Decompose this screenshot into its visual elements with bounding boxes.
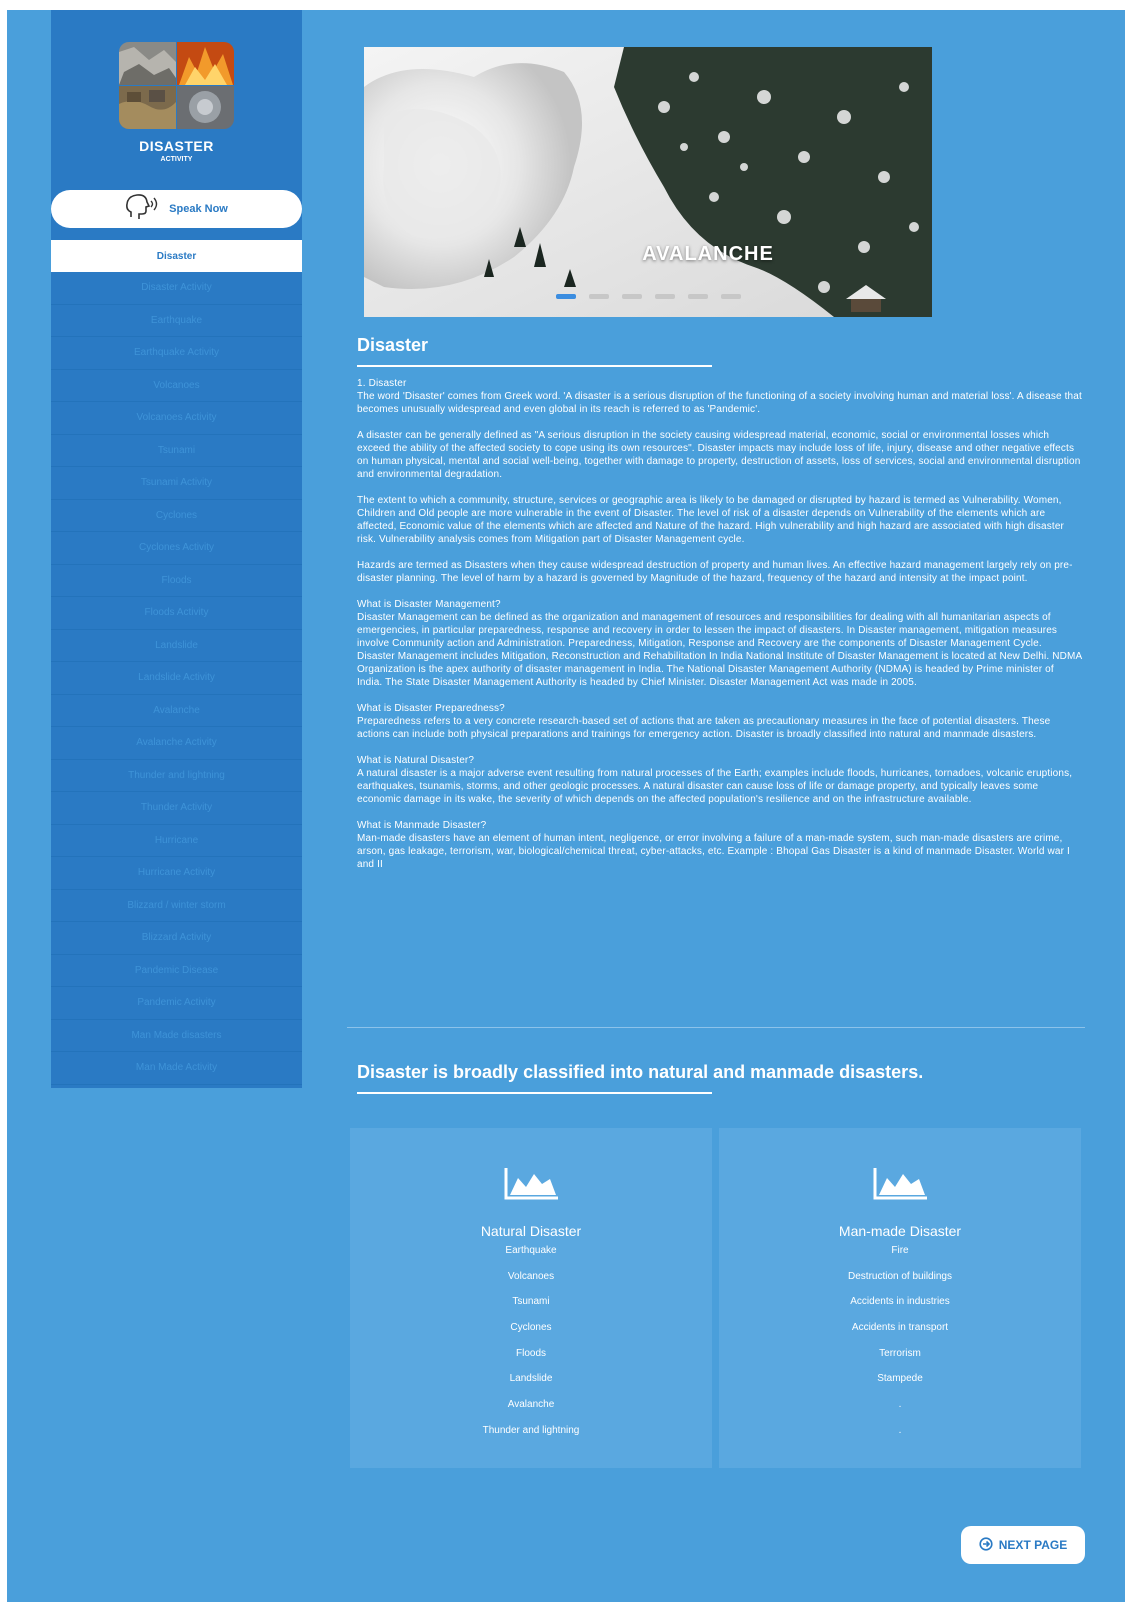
sidebar-item-disaster[interactable]: Disaster bbox=[51, 240, 302, 272]
list-item: Floods bbox=[515, 1347, 546, 1359]
sidebar-item-blizzard-winter-storm[interactable]: Blizzard / winter storm bbox=[51, 889, 302, 922]
app-logo bbox=[119, 42, 234, 129]
sidebar-item-hurricane-activity[interactable]: Hurricane Activity bbox=[51, 857, 302, 890]
article-paragraph: What is Disaster Preparedness? Preparedn… bbox=[357, 703, 1051, 740]
article-paragraph: Hazards are termed as Disasters when the… bbox=[357, 560, 1073, 584]
list-item: Earthquake bbox=[505, 1245, 557, 1256]
list-item: Terrorism bbox=[879, 1347, 921, 1359]
manmade-disaster-list: Fire Destruction of buildings Accidents in… bbox=[719, 1245, 1081, 1451]
article-paragraph: What is Natural Disaster? A natural disa… bbox=[357, 755, 1073, 805]
sidebar-item-earthquake-activity[interactable]: Earthquake Activity bbox=[51, 337, 302, 370]
list-item: Thunder and lightning bbox=[482, 1424, 580, 1436]
sidebar: DISASTER ACTIVITY Speak Now Disaster Disa… bbox=[51, 10, 302, 1088]
section-divider bbox=[347, 1027, 1085, 1028]
carousel-dot[interactable] bbox=[655, 294, 675, 299]
article-paragraph: The extent to which a community, structu… bbox=[357, 495, 1065, 545]
article-paragraph: A disaster can be generally defined as "… bbox=[357, 430, 1081, 480]
sidebar-item-avalanche[interactable]: Avalanche bbox=[51, 694, 302, 727]
list-item: Fire bbox=[891, 1245, 909, 1256]
list-item: Accidents in transport bbox=[851, 1322, 949, 1334]
article-paragraph: 1. Disaster The word 'Disaster' comes fr… bbox=[357, 378, 1082, 415]
sidebar-item-blizzard-activity[interactable]: Blizzard Activity bbox=[51, 922, 302, 955]
sidebar-item-cyclones-activity[interactable]: Cyclones Activity bbox=[51, 532, 302, 565]
hero-carousel: AVALANCHE bbox=[364, 47, 932, 317]
classification-underline bbox=[357, 1092, 712, 1094]
list-item: Avalanche bbox=[507, 1399, 555, 1411]
manmade-disaster-card: Man-made Disaster Fire Destruction of bui… bbox=[719, 1128, 1081, 1468]
list-item: Destruction of buildings bbox=[848, 1270, 952, 1282]
page: DISASTER ACTIVITY Speak Now Disaster Disa… bbox=[7, 10, 1125, 1602]
list-item: Tsunami bbox=[512, 1296, 550, 1308]
area-chart-icon bbox=[350, 1168, 712, 1200]
sidebar-item-volcanoes[interactable]: Volcanoes bbox=[51, 369, 302, 402]
next-page-label: NEXT PAGE bbox=[998, 1538, 1068, 1552]
natural-disaster-card: Natural Disaster Earthquake Volcanoes Tsun… bbox=[350, 1128, 712, 1468]
sidebar-item-landslide-activity[interactable]: Landslide Activity bbox=[51, 662, 302, 695]
article-body: 1. Disaster The word 'Disaster' comes fr… bbox=[357, 377, 1082, 884]
sidebar-item-volcanoes-activity[interactable]: Volcanoes Activity bbox=[51, 402, 302, 435]
sidebar-item-man-made-activity[interactable]: Man Made Activity bbox=[51, 1052, 302, 1085]
list-item: Accidents in industries bbox=[850, 1296, 950, 1308]
section-title: Disaster bbox=[357, 335, 429, 355]
speak-now-label: Speak Now bbox=[169, 203, 228, 215]
list-item: . bbox=[898, 1424, 902, 1436]
area-chart-icon bbox=[719, 1168, 1081, 1200]
list-item: Volcanoes bbox=[507, 1270, 555, 1282]
natural-disaster-title: Natural Disaster bbox=[480, 1223, 582, 1239]
list-item: . bbox=[898, 1399, 902, 1411]
classification-title: Disaster is broadly classified into natu… bbox=[357, 1062, 924, 1082]
sidebar-item-tsunami[interactable]: Tsunami bbox=[51, 434, 302, 467]
carousel-dot[interactable] bbox=[589, 294, 609, 299]
sidebar-item-landslide[interactable]: Landslide bbox=[51, 629, 302, 662]
list-item: Stampede bbox=[877, 1373, 923, 1385]
sidebar-item-earthquake[interactable]: Earthquake bbox=[51, 304, 302, 337]
list-item: Cyclones bbox=[510, 1322, 552, 1334]
sidebar-item-floods[interactable]: Floods bbox=[51, 564, 302, 597]
article-paragraph: What is Disaster Management? Disaster Ma… bbox=[357, 599, 1082, 688]
manmade-disaster-title: Man-made Disaster bbox=[838, 1223, 962, 1239]
sidebar-item-avalanche-activity[interactable]: Avalanche Activity bbox=[51, 727, 302, 760]
sidebar-nav: Disaster Disaster Activity Earthquake Earth… bbox=[51, 240, 302, 1085]
carousel-dot[interactable] bbox=[622, 294, 642, 299]
sidebar-item-thunder-activity[interactable]: Thunder Activity bbox=[51, 792, 302, 825]
sidebar-item-floods-activity[interactable]: Floods Activity bbox=[51, 597, 302, 630]
next-page-button[interactable]: NEXT PAGE bbox=[961, 1526, 1085, 1564]
sidebar-item-pandemic-disease[interactable]: Pandemic Disease bbox=[51, 954, 302, 987]
sidebar-item-man-made-disasters[interactable]: Man Made disasters bbox=[51, 1019, 302, 1052]
hero-caption: AVALANCHE bbox=[642, 243, 774, 265]
app-subtitle: ACTIVITY bbox=[160, 156, 193, 163]
sidebar-item-thunder-and-lightning[interactable]: Thunder and lightning bbox=[51, 759, 302, 792]
carousel-indicators bbox=[556, 294, 741, 299]
sidebar-item-hurricane[interactable]: Hurricane bbox=[51, 824, 302, 857]
article-paragraph: What is Manmade Disaster? Man-made disas… bbox=[357, 820, 1070, 870]
sidebar-item-pandemic-activity[interactable]: Pandemic Activity bbox=[51, 987, 302, 1020]
arrow-circle-right-icon bbox=[979, 1536, 993, 1554]
list-item: Landslide bbox=[509, 1373, 553, 1385]
carousel-dot[interactable] bbox=[556, 294, 576, 299]
speak-now-button[interactable]: Speak Now bbox=[51, 190, 302, 228]
sidebar-item-disaster-activity[interactable]: Disaster Activity bbox=[51, 272, 302, 305]
title-underline bbox=[357, 365, 712, 367]
carousel-dot[interactable] bbox=[721, 294, 741, 299]
carousel-dot[interactable] bbox=[688, 294, 708, 299]
app-title: DISASTER bbox=[139, 138, 214, 154]
speaking-head-icon bbox=[125, 193, 161, 226]
sidebar-item-tsunami-activity[interactable]: Tsunami Activity bbox=[51, 467, 302, 500]
natural-disaster-list: Earthquake Volcanoes Tsunami Cyclones Floods… bbox=[350, 1245, 712, 1451]
sidebar-item-cyclones[interactable]: Cyclones bbox=[51, 499, 302, 532]
avalanche-image bbox=[364, 47, 932, 317]
